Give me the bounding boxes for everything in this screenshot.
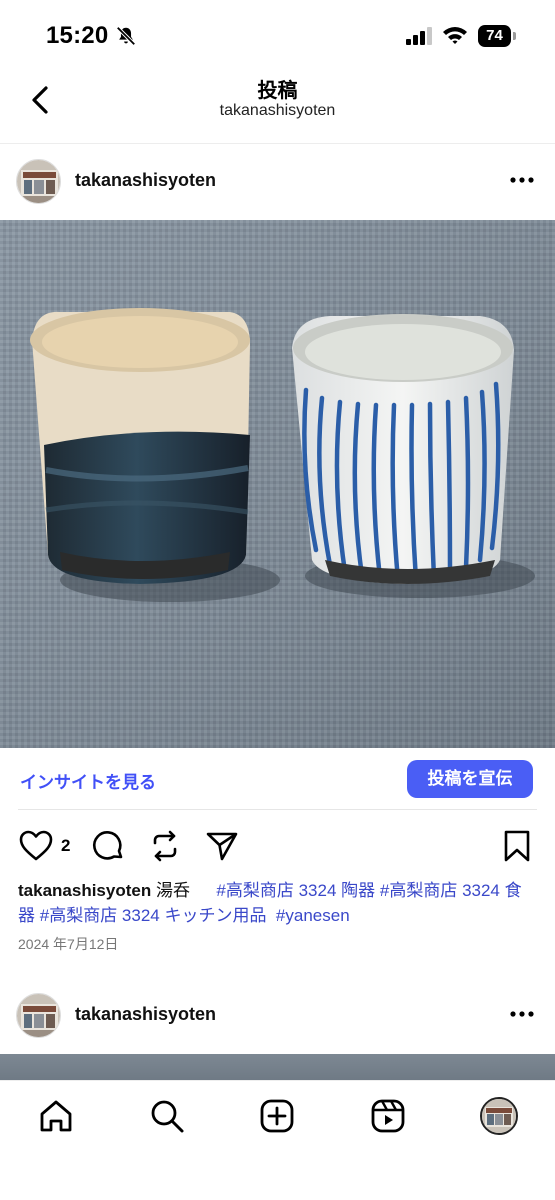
- profile-avatar[interactable]: [480, 1097, 518, 1135]
- post-date: 2024 年7月12日: [18, 936, 119, 952]
- divider: [18, 809, 537, 810]
- page-subtitle[interactable]: takanashisyoten: [0, 102, 555, 120]
- post-caption: takanashisyoten 湯呑 #高梨商店 3324 陶器 #高梨商店 3…: [18, 878, 538, 928]
- avatar[interactable]: [16, 159, 61, 204]
- reels-icon[interactable]: [369, 1097, 407, 1135]
- right-cup: [292, 314, 514, 584]
- more-options-icon[interactable]: [504, 168, 540, 192]
- hashtag[interactable]: #高梨商店 3324 キッチン用品: [40, 906, 267, 925]
- create-icon[interactable]: [258, 1097, 296, 1135]
- battery-level: 74: [478, 25, 511, 47]
- home-icon[interactable]: [37, 1097, 75, 1135]
- signal-icon: [406, 27, 432, 45]
- status-bar: 15:20 74: [0, 0, 555, 64]
- nav-header: 投稿 takanashisyoten: [0, 64, 555, 144]
- post-username[interactable]: takanashisyoten: [75, 170, 216, 191]
- hashtag[interactable]: #高梨商店 3324 陶器: [216, 881, 375, 900]
- caption-text: 湯呑: [155, 881, 207, 900]
- insights-row: インサイトを見る 投稿を宣伝: [0, 748, 555, 810]
- post-photo[interactable]: [0, 220, 555, 748]
- next-post-header: takanashisyoten: [0, 978, 555, 1054]
- post-username[interactable]: takanashisyoten: [75, 1004, 216, 1025]
- bookmark-icon[interactable]: [499, 828, 535, 864]
- status-time: 15:20: [46, 22, 109, 49]
- caption-username[interactable]: takanashisyoten: [18, 881, 151, 900]
- bell-slash-icon: [116, 26, 136, 46]
- like-count[interactable]: 2: [61, 836, 70, 856]
- search-icon[interactable]: [148, 1097, 186, 1135]
- repost-icon[interactable]: [147, 828, 183, 864]
- left-cup: [30, 308, 250, 584]
- send-icon[interactable]: [204, 828, 240, 864]
- more-options-icon[interactable]: [504, 1002, 540, 1026]
- view-insights-link[interactable]: インサイトを見る: [20, 768, 156, 793]
- battery-icon: 74: [478, 25, 516, 47]
- promote-post-button[interactable]: 投稿を宣伝: [407, 760, 533, 798]
- comment-icon[interactable]: [90, 828, 126, 864]
- hashtag[interactable]: #yanesen: [276, 906, 350, 925]
- avatar[interactable]: [16, 993, 61, 1038]
- heart-icon[interactable]: [18, 828, 54, 864]
- action-bar: 2: [0, 822, 555, 870]
- post-header: takanashisyoten: [0, 144, 555, 220]
- page-title: 投稿: [257, 80, 298, 102]
- battery-tip: [513, 32, 516, 40]
- bottom-tab-bar: [0, 1080, 555, 1200]
- next-post-photo[interactable]: [0, 1054, 555, 1080]
- wifi-icon: [443, 27, 467, 44]
